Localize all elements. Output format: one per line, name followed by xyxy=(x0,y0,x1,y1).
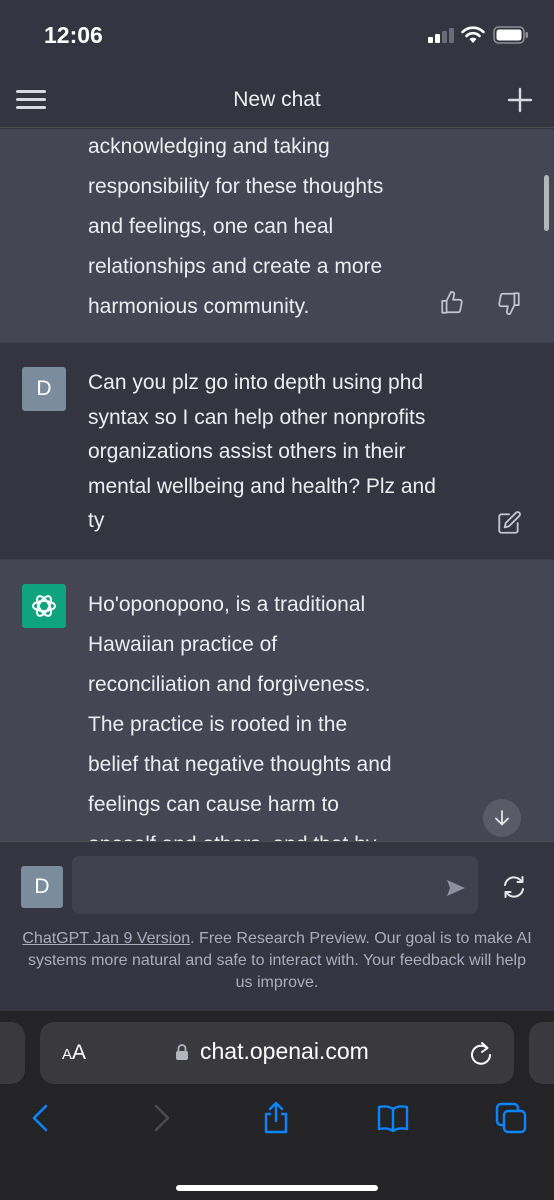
avatar: D xyxy=(22,367,66,411)
reader-options-button[interactable]: AA xyxy=(62,1041,86,1065)
regenerate-icon[interactable] xyxy=(500,873,528,901)
user-message: D Can you plz go into depth using phd sy… xyxy=(0,342,554,560)
message-line: Hawaiian practice of xyxy=(88,633,278,656)
disclaimer: ChatGPT Jan 9 Version. Free Research Pre… xyxy=(22,928,532,994)
tabs-icon[interactable] xyxy=(494,1101,528,1135)
message-input-box[interactable] xyxy=(72,856,478,914)
send-icon[interactable] xyxy=(444,876,468,900)
next-tab[interactable] xyxy=(529,1022,554,1084)
message-line: Ho'oponopono, is a traditional xyxy=(88,593,366,616)
composer: D ChatGPT Jan 9 Version. Free Research P… xyxy=(0,841,554,1011)
message-line: syntax so I can help other nonprofits xyxy=(88,405,426,429)
thumbs-up-icon[interactable] xyxy=(439,290,465,316)
reload-icon[interactable] xyxy=(468,1040,494,1068)
lock-icon xyxy=(176,1044,188,1060)
share-icon[interactable] xyxy=(259,1097,293,1137)
status-bar: 12:06 xyxy=(0,0,554,72)
plus-icon[interactable] xyxy=(506,86,534,114)
previous-tab[interactable] xyxy=(0,1022,25,1084)
message-line: harmonious community. xyxy=(88,295,310,318)
home-indicator xyxy=(176,1185,378,1191)
url-text: chat.openai.com xyxy=(200,1038,369,1064)
message-line: and feelings, one can heal xyxy=(88,215,334,238)
page-title: New chat xyxy=(233,88,321,111)
message-text: Ho'oponopono, is a traditional Hawaiian … xyxy=(88,585,488,841)
message-line: relationships and create a more xyxy=(88,255,383,278)
message-line: Can you plz go into depth using phd xyxy=(88,371,424,394)
message-line: responsibility for these thoughts xyxy=(88,175,384,198)
forward-icon[interactable] xyxy=(144,1101,178,1135)
message-text: acknowledging and taking responsibility … xyxy=(88,129,488,327)
openai-logo-icon xyxy=(22,584,66,628)
message-text: Can you plz go into depth using phd synt… xyxy=(88,366,488,539)
bookmarks-icon[interactable] xyxy=(376,1101,410,1135)
assistant-message: Ho'oponopono, is a traditional Hawaiian … xyxy=(0,560,554,841)
message-line: The practice is rooted in the xyxy=(88,713,348,736)
back-icon[interactable] xyxy=(24,1101,58,1135)
message-line: mental wellbeing and health? Plz and xyxy=(88,474,436,498)
message-line: organizations assist others in their xyxy=(88,440,406,463)
address-bar[interactable]: AA chat.openai.com xyxy=(40,1022,514,1084)
message-line: ty xyxy=(88,509,105,532)
battery-icon xyxy=(493,26,528,44)
message-line: acknowledging and taking xyxy=(88,135,330,158)
message-line: reconciliation and forgiveness. xyxy=(88,673,371,696)
message-line: oneself and others, and that by xyxy=(88,825,488,841)
browser-toolbar: AA chat.openai.com xyxy=(0,1011,554,1200)
edit-icon[interactable] xyxy=(496,510,522,536)
thumbs-down-icon[interactable] xyxy=(496,290,522,316)
scrollbar-thumb[interactable] xyxy=(544,175,549,231)
status-time: 12:06 xyxy=(44,22,103,48)
message-input[interactable] xyxy=(86,856,436,914)
message-line: belief that negative thoughts and xyxy=(88,753,392,776)
scroll-to-bottom-button[interactable] xyxy=(483,799,521,837)
aa-small: A xyxy=(62,1046,73,1063)
cellular-signal-icon xyxy=(428,27,456,43)
wifi-icon xyxy=(461,26,485,43)
chat-header: New chat xyxy=(0,72,554,128)
aa-big: A xyxy=(72,1041,87,1064)
version-link[interactable]: ChatGPT Jan 9 Version xyxy=(22,930,190,947)
openai-logo-icon xyxy=(32,595,56,617)
conversation[interactable]: acknowledging and taking responsibility … xyxy=(0,129,554,841)
arrow-down-icon xyxy=(495,810,509,826)
message-line: feelings can cause harm to xyxy=(88,793,339,816)
assistant-message: acknowledging and taking responsibility … xyxy=(0,129,554,342)
avatar: D xyxy=(21,866,63,908)
